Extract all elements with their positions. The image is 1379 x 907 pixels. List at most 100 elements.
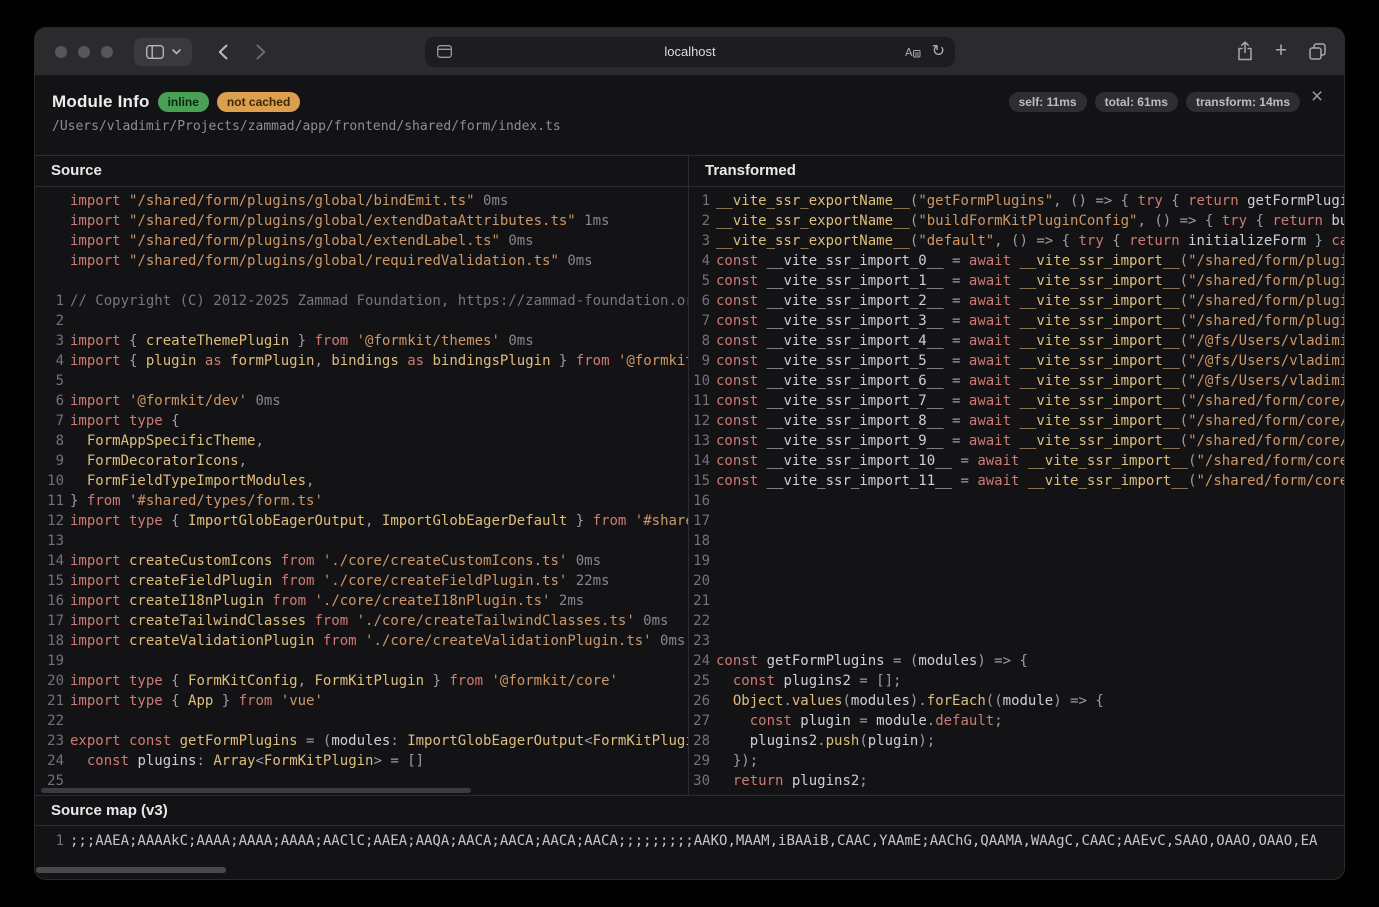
line-number: 20 [35, 671, 64, 691]
line-number: 18 [35, 631, 64, 651]
module-info-header: Module Info inline not cached self: 11mst… [35, 76, 1344, 156]
code-line: 29 }); [689, 751, 1344, 771]
code-line: 17import createTailwindClasses from './c… [35, 611, 688, 631]
chevron-right-icon [256, 44, 266, 60]
code-line: 11const __vite_ssr_import_7__ = await __… [689, 391, 1344, 411]
line-number: 27 [689, 711, 710, 731]
code-line: 14import createCustomIcons from './core/… [35, 551, 688, 571]
new-tab-button[interactable]: + [1269, 39, 1293, 63]
line-number: 13 [35, 531, 64, 551]
plus-icon: + [1275, 40, 1287, 62]
code-line: import "/shared/form/plugins/global/bind… [35, 191, 688, 211]
line-number: 1 [35, 291, 64, 311]
sourcemap-line: 1 ;;;AAEA;AAAAkC;AAAA;AAAA;AAAA;AAClC;AA… [35, 826, 1344, 851]
source-code[interactable]: import "/shared/form/plugins/global/bind… [35, 187, 688, 791]
url-text: localhost [425, 37, 955, 67]
code-line: 4const __vite_ssr_import_0__ = await __v… [689, 251, 1344, 271]
screen: localhost A ↻ [0, 0, 1379, 907]
source-panel: Source import "/shared/form/plugins/glob… [35, 156, 689, 795]
line-number: 9 [35, 451, 64, 471]
page-horizontal-scrollbar[interactable] [36, 867, 226, 873]
minimize-window-button[interactable] [78, 46, 90, 58]
line-number: 1 [35, 831, 64, 851]
line-number: 15 [35, 571, 64, 591]
tab-overview-button[interactable] [1305, 39, 1329, 63]
code-line: 9const __vite_ssr_import_5__ = await __v… [689, 351, 1344, 371]
line-number: 3 [35, 331, 64, 351]
sidebar-toggle-button[interactable] [134, 38, 192, 66]
line-number: 20 [689, 571, 710, 591]
sidebar-icon [146, 45, 164, 59]
share-button[interactable] [1233, 39, 1257, 63]
code-line: 15const __vite_ssr_import_11__ = await _… [689, 471, 1344, 491]
line-number: 23 [35, 731, 64, 751]
code-line: 23 [689, 631, 1344, 651]
line-number: 28 [689, 731, 710, 751]
line-number: 24 [35, 751, 64, 771]
sourcemap-mappings: ;;;AAEA;AAAAkC;AAAA;AAAA;AAAA;AAClC;AAEA… [64, 831, 1317, 851]
line-number: 12 [35, 511, 64, 531]
line-number: 17 [689, 511, 710, 531]
timing-badges: self: 11mstotal: 61mstransform: 14ms [1009, 92, 1300, 112]
close-panel-button[interactable]: × [1304, 84, 1330, 110]
code-line: 20import type { FormKitConfig, FormKitPl… [35, 671, 688, 691]
module-badges: inline not cached [158, 92, 301, 112]
browser-titlebar: localhost A ↻ [35, 28, 1344, 76]
forward-button[interactable] [249, 40, 273, 64]
zoom-window-button[interactable] [101, 46, 113, 58]
badge-not-cached: not cached [217, 92, 300, 112]
line-number: 2 [689, 211, 710, 231]
code-line: 13 [35, 531, 688, 551]
code-line: 16 [689, 491, 1344, 511]
code-line: 25 const plugins2 = []; [689, 671, 1344, 691]
transformed-code[interactable]: 1__vite_ssr_exportName__("getFormPlugins… [689, 187, 1344, 791]
code-line: 20 [689, 571, 1344, 591]
address-bar[interactable]: localhost A ↻ [425, 37, 955, 67]
code-line: 5 [35, 371, 688, 391]
source-horizontal-scrollbar[interactable] [41, 788, 471, 793]
line-number: 21 [35, 691, 64, 711]
badge-inline: inline [158, 92, 209, 112]
line-number: 16 [35, 591, 64, 611]
translate-icon[interactable]: A [904, 44, 921, 60]
code-line: 1__vite_ssr_exportName__("getFormPlugins… [689, 191, 1344, 211]
code-line: import "/shared/form/plugins/global/requ… [35, 251, 688, 271]
code-line: 2 [35, 311, 688, 331]
close-window-button[interactable] [55, 46, 67, 58]
line-number: 23 [689, 631, 710, 651]
code-line: 6import '@formkit/dev' 0ms [35, 391, 688, 411]
code-line: 24 const plugins: Array<FormKitPlugin> =… [35, 751, 688, 771]
line-number: 8 [689, 331, 710, 351]
line-number: 6 [35, 391, 64, 411]
code-line: 26 Object.values(modules).forEach((modul… [689, 691, 1344, 711]
page-title: Module Info [52, 92, 150, 112]
code-line: 16import createI18nPlugin from './core/c… [35, 591, 688, 611]
code-line: 8 FormAppSpecificTheme, [35, 431, 688, 451]
code-line: 10 FormFieldTypeImportModules, [35, 471, 688, 491]
line-number: 17 [35, 611, 64, 631]
line-number [35, 191, 64, 211]
code-line: 12import type { ImportGlobEagerOutput, I… [35, 511, 688, 531]
sourcemap-title: Source map (v3) [35, 796, 1344, 826]
code-line: 21import type { App } from 'vue' [35, 691, 688, 711]
line-number: 26 [689, 691, 710, 711]
code-line: 6const __vite_ssr_import_2__ = await __v… [689, 291, 1344, 311]
line-number: 18 [689, 531, 710, 551]
traffic-lights [55, 46, 113, 58]
code-line: 2__vite_ssr_exportName__("buildFormKitPl… [689, 211, 1344, 231]
line-number: 13 [689, 431, 710, 451]
reload-button[interactable]: ↻ [932, 41, 945, 63]
code-line: 3__vite_ssr_exportName__("default", () =… [689, 231, 1344, 251]
line-number: 10 [35, 471, 64, 491]
line-number: 6 [689, 291, 710, 311]
line-number [35, 251, 64, 271]
line-number: 14 [35, 551, 64, 571]
code-line: 21 [689, 591, 1344, 611]
code-line: import "/shared/form/plugins/global/exte… [35, 211, 688, 231]
timing-badge: self: 11ms [1009, 92, 1087, 112]
back-button[interactable] [211, 40, 235, 64]
code-line: 7const __vite_ssr_import_3__ = await __v… [689, 311, 1344, 331]
line-number [35, 231, 64, 251]
share-icon [1236, 41, 1254, 61]
code-panels: Source import "/shared/form/plugins/glob… [35, 156, 1344, 796]
